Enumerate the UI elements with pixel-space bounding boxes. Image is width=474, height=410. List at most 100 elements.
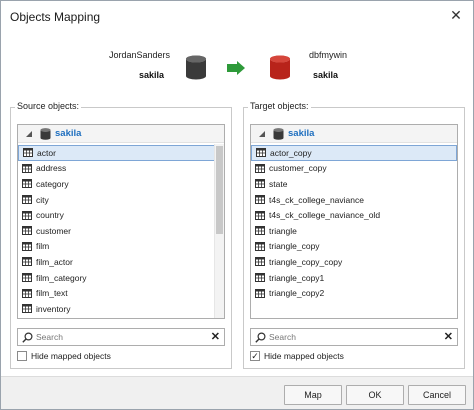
list-item-label: t4s_ck_college_naviance_old xyxy=(269,210,381,221)
table-icon xyxy=(255,179,265,189)
list-item[interactable]: film_text xyxy=(18,285,224,301)
table-icon xyxy=(22,273,32,283)
source-connection-user: JordanSanders xyxy=(109,50,171,60)
target-search-input[interactable] xyxy=(269,330,429,344)
target-rows: actor_copy customer_copystate t4s_ck_colle… xyxy=(251,145,457,301)
target-hide-mapped-label: Hide mapped objects xyxy=(264,351,344,361)
source-hide-mapped-label: Hide mapped objects xyxy=(31,351,111,361)
close-icon[interactable]: ✕ xyxy=(447,6,465,24)
source-clear-search-icon[interactable]: ✕ xyxy=(211,330,220,343)
list-item-label: triangle_copy2 xyxy=(269,288,325,299)
collapse-triangle-icon[interactable] xyxy=(26,131,32,137)
list-item[interactable]: film xyxy=(18,239,224,255)
title-bar: Objects Mapping ✕ xyxy=(1,1,473,31)
list-item[interactable]: country xyxy=(18,207,224,223)
table-icon xyxy=(23,148,33,158)
target-objects-list[interactable]: sakila actor_copy customer_copystate t4s_c… xyxy=(250,124,458,319)
list-item-label: actor_copy xyxy=(270,147,312,158)
target-hide-mapped-checkbox[interactable]: ✓ xyxy=(250,351,260,361)
list-item-label: actor xyxy=(37,147,56,158)
dialog-footer: Map OK Cancel xyxy=(1,376,473,409)
search-icon xyxy=(255,332,266,343)
database-icon xyxy=(273,128,284,140)
database-icon xyxy=(40,128,51,140)
list-item-label: country xyxy=(36,210,64,221)
table-icon xyxy=(255,210,265,220)
list-item[interactable]: customer xyxy=(18,223,224,239)
list-item-label: city xyxy=(36,194,49,205)
target-hide-mapped-row[interactable]: ✓ Hide mapped objects xyxy=(250,349,344,363)
list-item-label: state xyxy=(269,178,288,189)
target-root-label: sakila xyxy=(288,128,315,139)
source-hide-mapped-checkbox[interactable] xyxy=(17,351,27,361)
list-item-label: t4s_ck_college_naviance xyxy=(269,194,364,205)
list-item-label: film xyxy=(36,241,50,252)
list-item[interactable]: triangle xyxy=(251,223,457,239)
target-connection-user: dbfmywin xyxy=(309,50,348,60)
source-scrollbar[interactable] xyxy=(214,144,224,318)
list-item[interactable]: address xyxy=(18,161,224,177)
list-item[interactable]: triangle_copy2 xyxy=(251,285,457,301)
target-objects-label: Target objects: xyxy=(248,101,311,111)
list-item[interactable]: film_category xyxy=(18,270,224,286)
target-database-icon xyxy=(270,55,290,80)
list-item[interactable]: t4s_ck_college_naviance xyxy=(251,192,457,208)
list-item-label: customer_copy xyxy=(269,163,327,174)
table-icon xyxy=(22,210,32,220)
cancel-button[interactable]: Cancel xyxy=(408,385,466,405)
collapse-triangle-icon[interactable] xyxy=(259,131,265,137)
list-item[interactable]: state xyxy=(251,176,457,192)
source-search-input[interactable] xyxy=(36,330,196,344)
map-button[interactable]: Map xyxy=(284,385,342,405)
table-icon xyxy=(22,226,32,236)
table-icon xyxy=(22,163,32,173)
table-icon xyxy=(22,257,32,267)
list-item[interactable]: triangle_copy xyxy=(251,239,457,255)
list-item-label: address xyxy=(36,163,67,174)
source-database-icon xyxy=(186,55,206,80)
list-item-label: triangle_copy1 xyxy=(269,272,325,283)
table-icon xyxy=(22,241,32,251)
table-icon xyxy=(256,148,266,158)
list-item[interactable]: customer_copy xyxy=(251,161,457,177)
list-item[interactable]: inventory xyxy=(18,301,224,317)
connection-header: JordanSanders sakila dbfmywin sakila xyxy=(1,41,473,96)
list-item[interactable]: triangle_copy1 xyxy=(251,270,457,286)
list-item[interactable]: category xyxy=(18,176,224,192)
source-scroll-thumb[interactable] xyxy=(216,146,223,234)
list-item[interactable]: actor xyxy=(18,145,224,161)
table-icon xyxy=(22,179,32,189)
list-item[interactable]: film_actor xyxy=(18,254,224,270)
table-icon xyxy=(255,257,265,267)
list-item[interactable]: triangle_copy_copy xyxy=(251,254,457,270)
source-root-label: sakila xyxy=(55,128,82,139)
table-icon xyxy=(255,273,265,283)
list-item[interactable]: t4s_ck_college_naviance_old xyxy=(251,207,457,223)
list-item-label: triangle xyxy=(269,225,297,236)
list-item-label: film_actor xyxy=(36,256,73,267)
source-rows: actor address category city country customer f… xyxy=(18,145,224,317)
list-item-label: customer xyxy=(36,225,71,236)
list-item-label: inventory xyxy=(36,303,71,314)
dialog-title: Objects Mapping xyxy=(10,10,101,24)
table-icon xyxy=(22,288,32,298)
target-database-name: sakila xyxy=(313,70,339,80)
table-icon xyxy=(22,304,32,314)
table-icon xyxy=(22,195,32,205)
source-objects-list[interactable]: sakila actor address category city country cu… xyxy=(17,124,225,319)
target-clear-search-icon[interactable]: ✕ xyxy=(444,330,453,343)
table-icon xyxy=(255,288,265,298)
source-tree-root[interactable]: sakila xyxy=(18,125,224,143)
table-icon xyxy=(255,241,265,251)
source-objects-label: Source objects: xyxy=(15,101,82,111)
target-tree-root[interactable]: sakila xyxy=(251,125,457,143)
table-icon xyxy=(255,163,265,173)
ok-button[interactable]: OK xyxy=(346,385,404,405)
list-item[interactable]: city xyxy=(18,192,224,208)
source-hide-mapped-row[interactable]: Hide mapped objects xyxy=(17,349,111,363)
list-item-label: film_category xyxy=(36,272,87,283)
list-item[interactable]: actor_copy xyxy=(251,145,457,161)
list-item-label: film_text xyxy=(36,288,68,299)
table-icon xyxy=(255,195,265,205)
mapping-arrow-icon xyxy=(227,61,245,75)
